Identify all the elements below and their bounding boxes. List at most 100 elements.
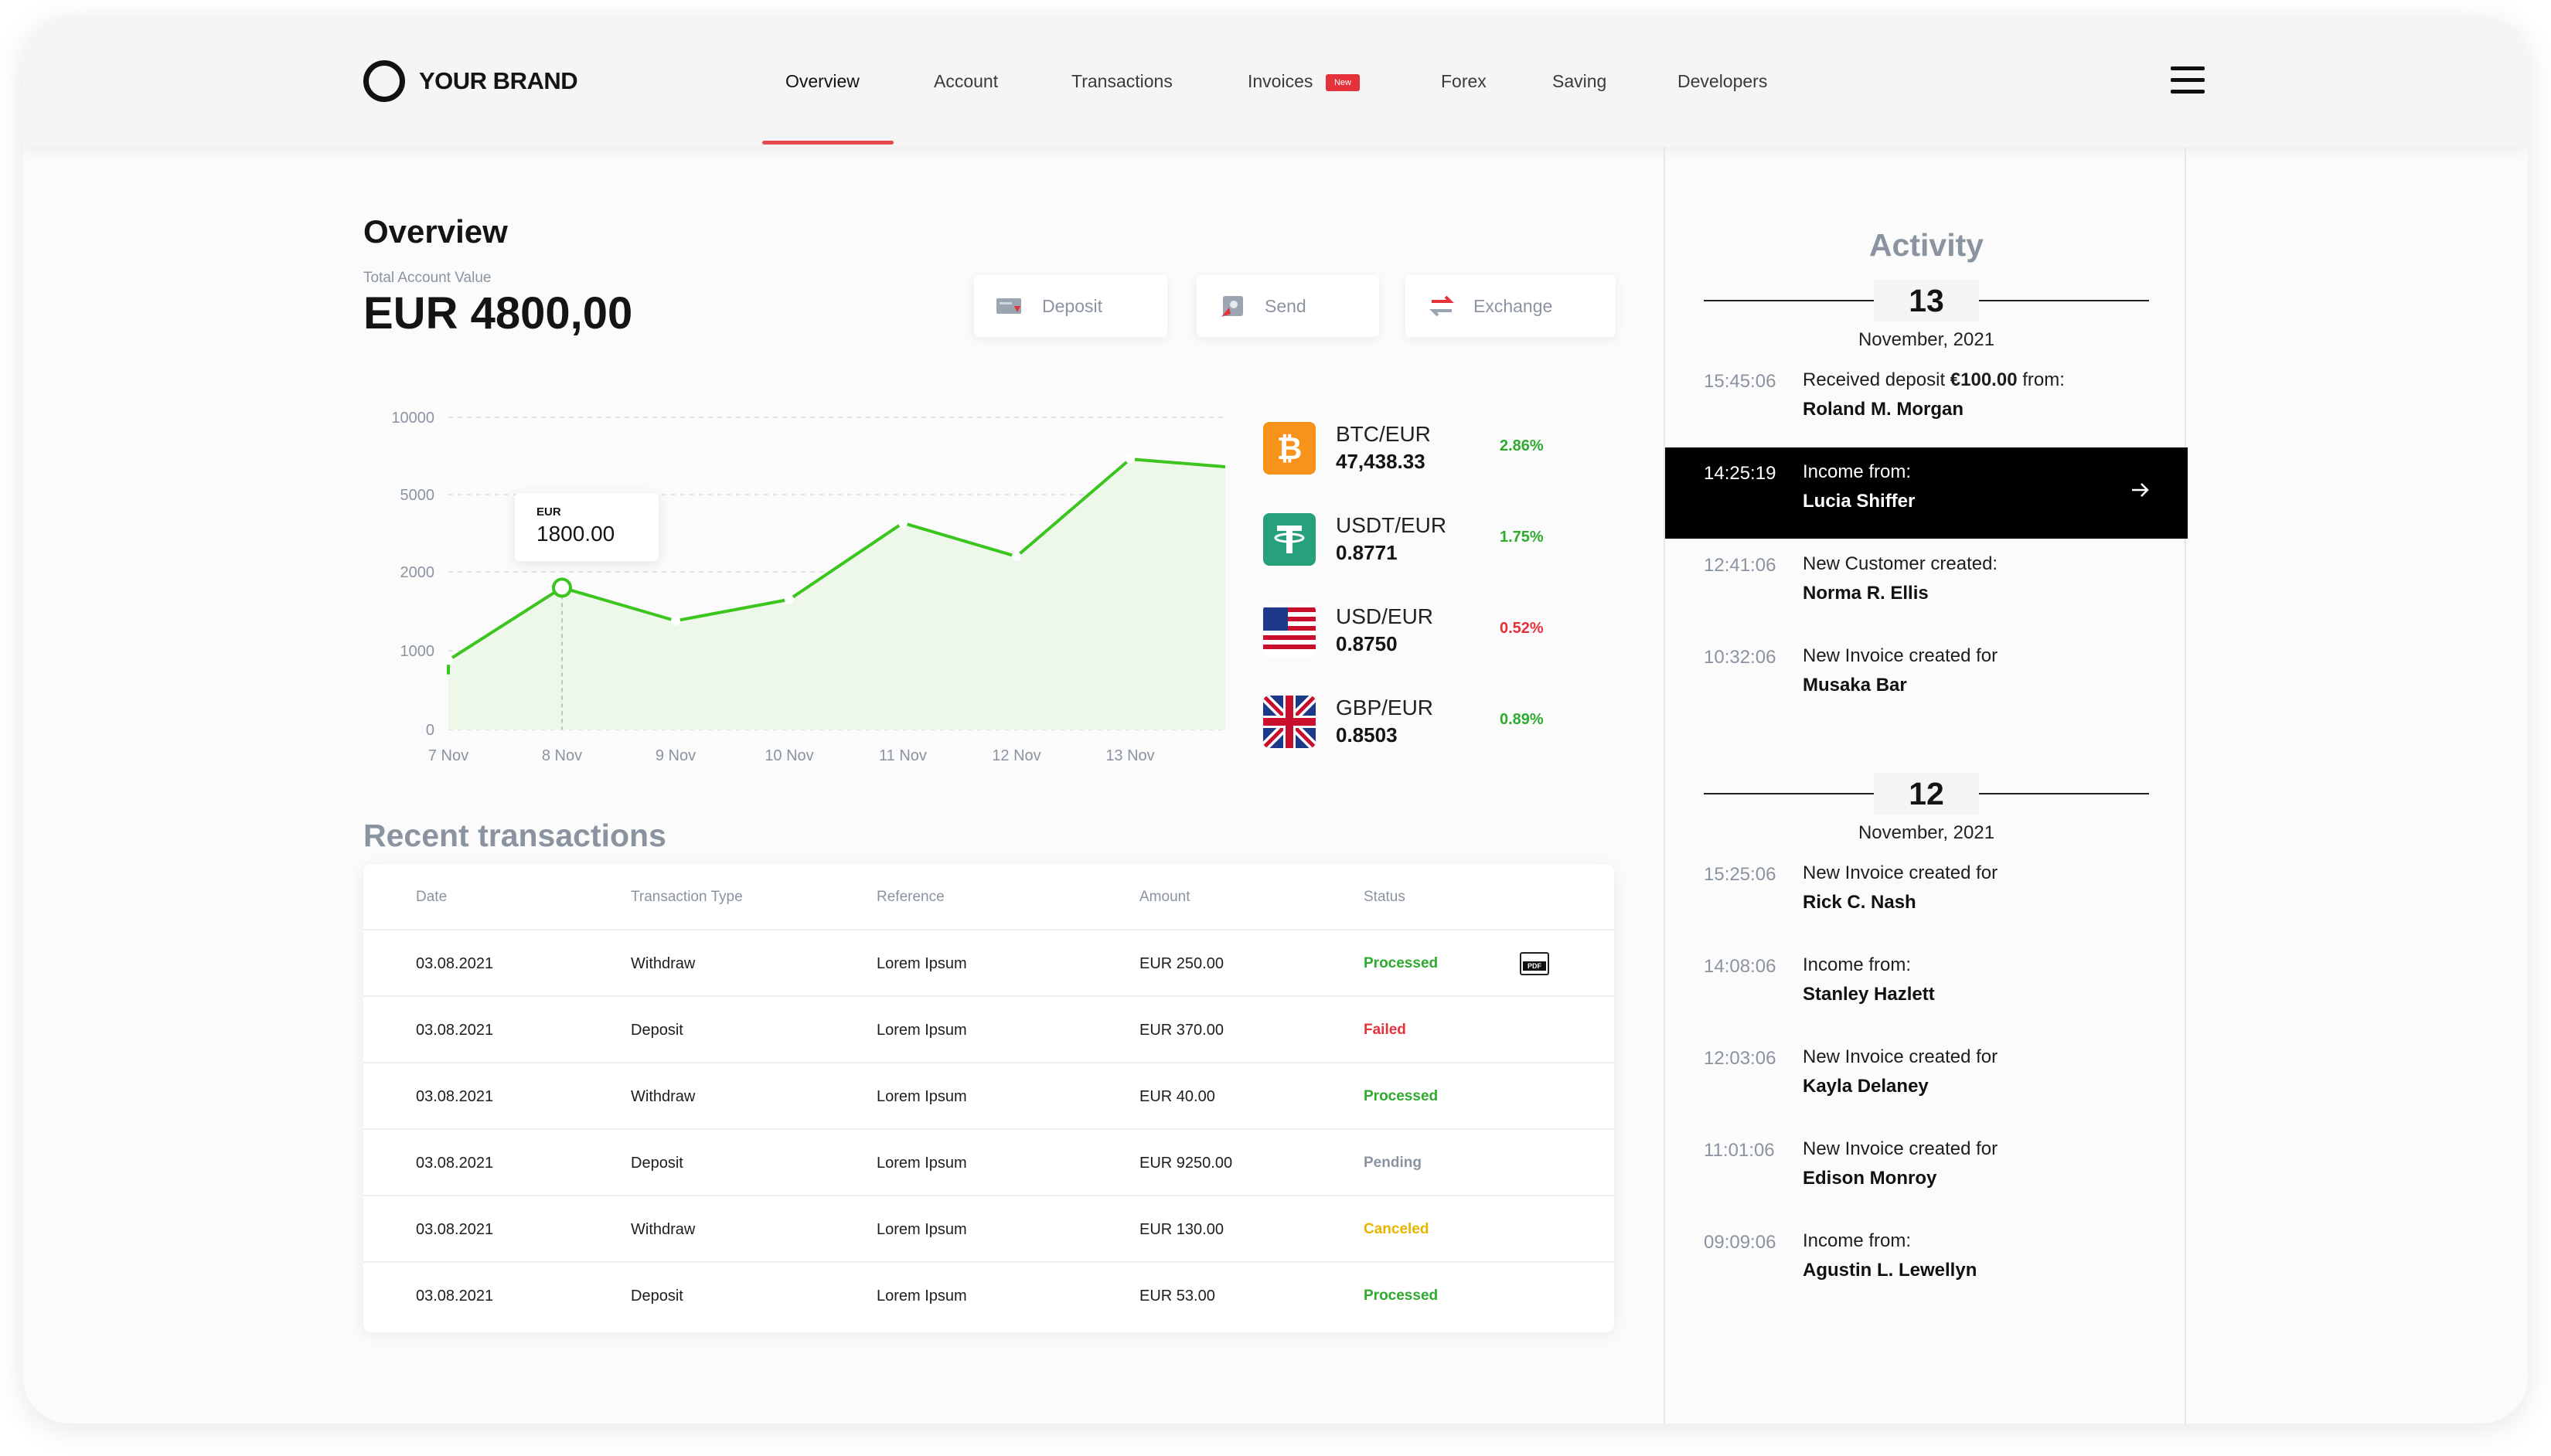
activity-item[interactable]: 14:25:19 Income from: Lucia Shiffer <box>1665 447 2188 539</box>
cell-date: 03.08.2021 <box>416 955 494 972</box>
nav-forex[interactable]: Forex <box>1441 71 1487 92</box>
us-flag-icon <box>1263 604 1316 657</box>
header-date[interactable]: Date <box>416 864 447 930</box>
cell-reference: Lorem Ipsum <box>877 1022 967 1039</box>
rate-change: 0.89% <box>1500 711 1544 728</box>
activity-text-main: New Customer created: <box>1803 553 1998 574</box>
menu-icon[interactable] <box>2171 66 2205 94</box>
activity-item[interactable]: 15:45:06 Received deposit €100.00 from: Ro… <box>1665 355 2188 447</box>
send-button[interactable]: Send <box>1197 275 1379 337</box>
activity-time: 10:32:06 <box>1704 647 1776 668</box>
cell-reference: Lorem Ipsum <box>877 1221 967 1238</box>
selected-data-point <box>552 577 572 598</box>
activity-title: Activity <box>1868 227 1984 263</box>
activity-name: Lucia Shiffer <box>1803 491 1916 512</box>
cell-status: Pending <box>1364 1155 1422 1171</box>
activity-time: 09:09:06 <box>1704 1232 1776 1253</box>
data-point <box>1012 552 1021 561</box>
table-row[interactable]: 03.08.2021 Withdraw Lorem Ipsum EUR 250.00 P… <box>363 930 1614 997</box>
activity-item[interactable]: 09:09:06 Income from: Agustin L. Lewellyn <box>1665 1216 2188 1308</box>
header-amount[interactable]: Amount <box>1139 864 1190 930</box>
activity-text-main: New Invoice created for <box>1803 645 1998 666</box>
activity-text-main: Income from: <box>1803 1230 1912 1251</box>
rate-pair: USD/EUR <box>1336 604 1434 628</box>
cell-status: Processed <box>1364 1288 1439 1304</box>
activity-item[interactable]: 15:25:06 New Invoice created for Rick C. N… <box>1665 849 2188 940</box>
nav-saving[interactable]: Saving <box>1552 71 1606 92</box>
table-row[interactable]: 03.08.2021 Withdraw Lorem Ipsum EUR 130.00 C… <box>363 1196 1614 1263</box>
cell-status: Failed <box>1364 1022 1406 1038</box>
activity-text-amount: €100.00 <box>1950 369 2018 390</box>
nav-transactions[interactable]: Transactions <box>1071 71 1173 92</box>
rate-row-btc[interactable]: ₿ BTC/EUR 47,438.33 2.86% <box>1263 417 1572 479</box>
rate-row-usdt[interactable]: USDT/EUR 0.8771 1.75% <box>1263 509 1572 570</box>
recent-transactions-title: Recent transactions <box>363 818 666 853</box>
activity-time: 15:45:06 <box>1704 371 1776 392</box>
activity-text-main: New Invoice created for <box>1803 1046 1998 1067</box>
cell-type: Withdraw <box>631 1221 696 1238</box>
overview-title: Overview <box>363 213 508 250</box>
send-icon <box>1218 294 1248 318</box>
cell-reference: Lorem Ipsum <box>877 1088 967 1105</box>
header-reference[interactable]: Reference <box>877 864 945 930</box>
table-row[interactable]: 03.08.2021 Deposit Lorem Ipsum EUR 53.00 Pro… <box>363 1263 1614 1329</box>
deposit-button[interactable]: Deposit <box>974 275 1167 337</box>
rate-price: 0.8503 <box>1336 723 1398 747</box>
activity-text: New Invoice created for <box>1803 1046 1998 1068</box>
header-status[interactable]: Status <box>1364 864 1405 930</box>
rate-change: 1.75% <box>1500 529 1544 546</box>
arrow-right-icon[interactable] <box>2129 478 2152 502</box>
activity-name: Musaka Bar <box>1803 675 1907 696</box>
rate-price: 47,438.33 <box>1336 450 1425 473</box>
rate-price: 0.8750 <box>1336 632 1398 655</box>
data-point <box>1126 454 1135 464</box>
nav-developers[interactable]: Developers <box>1677 71 1767 92</box>
activity-name: Kayla Delaney <box>1803 1076 1929 1097</box>
cell-status: Processed <box>1364 1088 1439 1104</box>
activity-item[interactable]: 10:32:06 New Invoice created for Musaka Ba… <box>1665 631 2188 723</box>
data-point <box>898 518 908 528</box>
exchange-button[interactable]: Exchange <box>1405 275 1616 337</box>
nav-invoices[interactable]: Invoices <box>1248 71 1313 92</box>
activity-item[interactable]: 14:08:06 Income from: Stanley Hazlett <box>1665 941 2188 1032</box>
activity-text-main: New Invoice created for <box>1803 1138 1998 1159</box>
nav-account[interactable]: Account <box>934 71 998 92</box>
table-header: Date Transaction Type Reference Amount S… <box>363 864 1614 930</box>
rate-row-usd[interactable]: USD/EUR 0.8750 0.52% <box>1263 600 1572 662</box>
cell-amount: EUR 130.00 <box>1139 1221 1224 1238</box>
table-row[interactable]: 03.08.2021 Deposit Lorem Ipsum EUR 9250.00 P… <box>363 1130 1614 1196</box>
cell-status: Processed <box>1364 955 1439 971</box>
pdf-icon[interactable]: PDF <box>1520 952 1549 975</box>
rate-row-gbp[interactable]: GBP/EUR 0.8503 0.89% <box>1263 691 1572 753</box>
x-tick-label: 8 Nov <box>542 747 582 764</box>
cell-type: Withdraw <box>631 1088 696 1105</box>
total-account-value: EUR 4800,00 <box>363 288 633 338</box>
cell-status: Canceled <box>1364 1221 1429 1237</box>
activity-text: Income from: <box>1803 1230 1911 1252</box>
table-row[interactable]: 03.08.2021 Deposit Lorem Ipsum EUR 370.00 Fa… <box>363 997 1614 1063</box>
date-day: 12 <box>1874 773 1979 815</box>
cell-amount: EUR 9250.00 <box>1139 1155 1233 1172</box>
table-row[interactable]: 03.08.2021 Withdraw Lorem Ipsum EUR 40.00 Pr… <box>363 1063 1614 1130</box>
activity-panel: Activity 13 November, 2021 15:45:06 Receive… <box>1664 147 2188 1424</box>
rate-pair: GBP/EUR <box>1336 696 1434 719</box>
header-type[interactable]: Transaction Type <box>631 864 743 930</box>
activity-item[interactable]: 11:01:06 New Invoice created for Edison Mo… <box>1665 1124 2188 1216</box>
cell-amount: EUR 40.00 <box>1139 1088 1215 1105</box>
data-point <box>671 616 680 626</box>
activity-text: Received deposit €100.00 from: <box>1803 369 2065 391</box>
y-tick-label: 10000 <box>391 410 434 427</box>
cell-reference: Lorem Ipsum <box>877 1155 967 1172</box>
activity-name: Agustin L. Lewellyn <box>1803 1260 1977 1281</box>
brand-logo[interactable]: YOUR BRAND <box>363 60 578 102</box>
svg-text:₿: ₿ <box>1277 431 1303 467</box>
exchange-label: Exchange <box>1473 295 1553 316</box>
bitcoin-icon: ₿ <box>1263 422 1316 475</box>
activity-item[interactable]: 12:03:06 New Invoice created for Kayla Del… <box>1665 1032 2188 1124</box>
activity-item[interactable]: 12:41:06 New Customer created: Norma R. El… <box>1665 539 2188 631</box>
y-tick-label: 0 <box>426 722 434 739</box>
cell-reference: Lorem Ipsum <box>877 1288 967 1305</box>
nav-overview[interactable]: Overview <box>785 71 860 92</box>
activity-text: New Invoice created for <box>1803 1138 1998 1160</box>
transactions-table: Date Transaction Type Reference Amount S… <box>363 864 1614 1332</box>
